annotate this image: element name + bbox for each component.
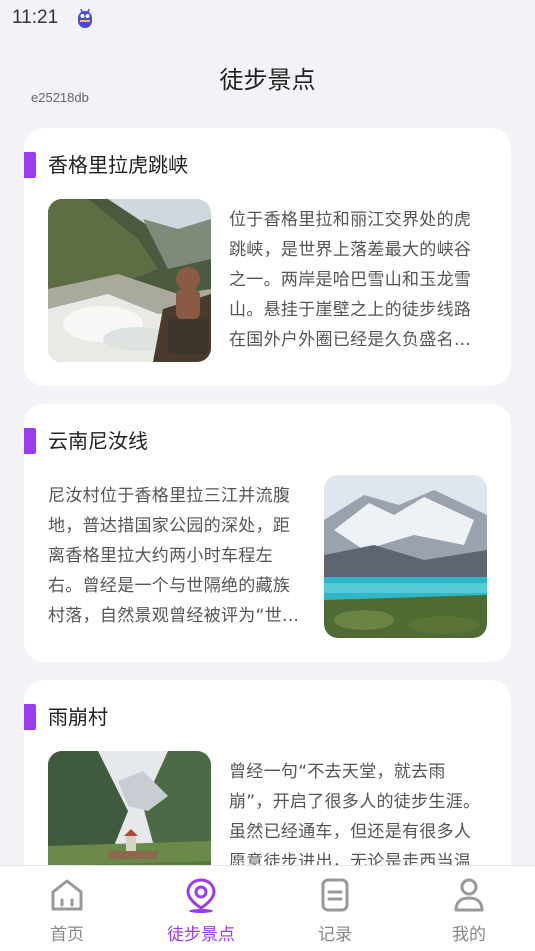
- tab-label: 记录: [318, 925, 352, 945]
- home-icon: [49, 876, 85, 914]
- spot-card[interactable]: 云南尼汝线 尼汝村位于香格里拉三江并流腹地，普达措国家公园的深处，距离香格里拉大…: [24, 404, 511, 662]
- spot-description: 尼汝村位于香格里拉三江并流腹地，普达措国家公园的深处，距离香格里拉大约两小时车程…: [48, 486, 300, 626]
- tab-label: 我的: [452, 925, 486, 945]
- yubeng-village-valley-photo[interactable]: [48, 751, 211, 865]
- page-code: e25218db: [31, 90, 89, 105]
- tab-hiking-spots[interactable]: 徒步景点: [134, 866, 268, 951]
- bottom-tab-bar: 首页 徒步景点 记录 我的: [0, 865, 535, 951]
- spot-card[interactable]: 香格里拉虎跳峡 位于香格里拉和丽江交界处的虎跳峡，是世界上落差最大的峡谷之一。两…: [24, 128, 511, 386]
- status-time: 11:21: [12, 7, 59, 28]
- location-pin-icon: [183, 876, 219, 914]
- android-app-icon: [76, 7, 94, 29]
- page-header: 徒步景点 e25218db: [0, 52, 535, 108]
- tab-label: 徒步景点: [167, 925, 235, 945]
- spot-card[interactable]: 雨崩村 曾经一句“不去天堂，就去雨崩”，开启了很多人的徒步生涯。虽然已经通车，但…: [24, 680, 511, 865]
- spot-description: 曾经一句“不去天堂，就去雨崩”，开启了很多人的徒步生涯。虽然已经通车，但还是有很…: [229, 762, 481, 865]
- tab-profile[interactable]: 我的: [402, 866, 535, 951]
- spot-title: 云南尼汝线: [48, 429, 148, 453]
- status-bar: 11:21: [0, 0, 535, 38]
- user-icon: [451, 876, 487, 914]
- tab-label: 首页: [50, 925, 84, 945]
- tiger-leaping-gorge-photo[interactable]: [48, 199, 211, 362]
- title-accent-bar: [24, 704, 36, 730]
- spot-list[interactable]: 香格里拉虎跳峡 位于香格里拉和丽江交界处的虎跳峡，是世界上落差最大的峡谷之一。两…: [0, 128, 535, 865]
- title-accent-bar: [24, 152, 36, 178]
- spot-title: 雨崩村: [48, 705, 108, 729]
- title-accent-bar: [24, 428, 36, 454]
- tab-records[interactable]: 记录: [268, 866, 402, 951]
- spot-description: 位于香格里拉和丽江交界处的虎跳峡，是世界上落差最大的峡谷之一。两岸是哈巴雪山和玉…: [229, 210, 472, 350]
- snow-mountain-lake-photo[interactable]: [324, 475, 487, 638]
- document-icon: [317, 876, 353, 914]
- spot-title: 香格里拉虎跳峡: [48, 153, 188, 177]
- tab-home[interactable]: 首页: [0, 866, 134, 951]
